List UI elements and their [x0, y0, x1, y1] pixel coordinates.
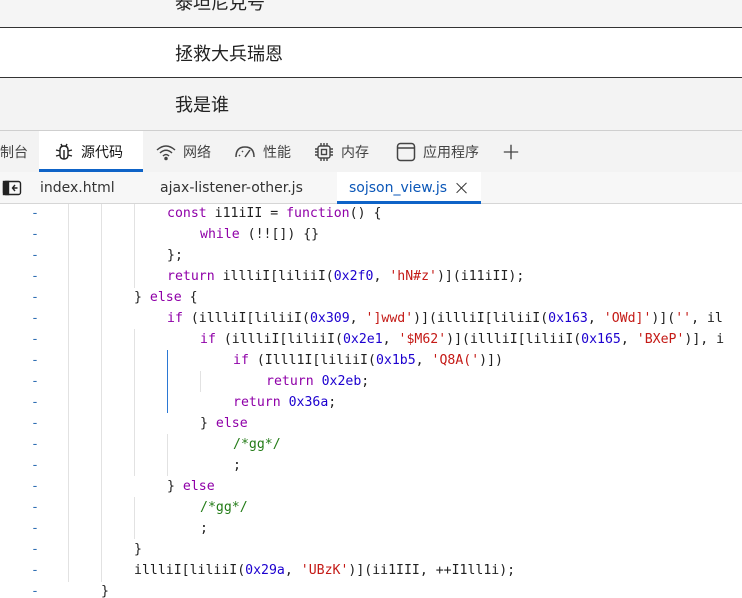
code-text: }: [101, 584, 109, 598]
list-item-title: 拯救大兵瑞恩: [175, 43, 283, 65]
code-text: if (illliI[liliiI(0x309, ']wwd')](illliI…: [167, 311, 723, 326]
code-line[interactable]: - } else: [0, 413, 742, 434]
line-gutter-marker: -: [31, 353, 39, 368]
line-gutter-marker: -: [31, 332, 39, 347]
line-gutter-marker: -: [31, 248, 39, 263]
toggle-navigator-button[interactable]: [2, 172, 26, 203]
code-line[interactable]: - if (illliI[liliiI(0x2e1, '$M62')](illli…: [0, 329, 742, 350]
devtools-tool-tabs: 制台 源代码 网络 性能 内存 应用程序: [0, 130, 742, 172]
code-text: } else {: [134, 290, 198, 305]
code-text: } else: [167, 479, 215, 494]
code-line[interactable]: -}: [0, 581, 742, 598]
code-text: while (!![]) {}: [200, 227, 320, 242]
add-tool-icon: [503, 144, 519, 159]
line-gutter-marker: -: [31, 311, 39, 326]
tab-label: 内存: [341, 144, 369, 161]
tab-label: 源代码: [81, 144, 123, 161]
code-text: return illliI[liliiI(0x2f0, 'hN#z')](i11…: [167, 269, 525, 284]
code-text: return 0x2eb;: [266, 374, 370, 389]
code-line[interactable]: - if (illliI[liliiI(0x309, ']wwd')](illli…: [0, 308, 742, 329]
code-line[interactable]: - if (Illl1I[liliiI(0x1b5, 'Q8A(')]): [0, 350, 742, 371]
line-gutter-marker: -: [31, 437, 39, 452]
code-line[interactable]: -;: [0, 455, 742, 476]
toggle-sidebar-icon: [2, 180, 22, 195]
code-line[interactable]: - } else {: [0, 287, 742, 308]
code-text: const i11iII = function() {: [167, 206, 382, 221]
application-window-icon: [396, 142, 416, 161]
code-text: } else: [200, 416, 248, 431]
code-text: if (illliI[liliiI(0x2e1, '$M62')](illliI…: [200, 332, 725, 347]
line-gutter-marker: -: [31, 458, 39, 473]
code-text: if (Illl1I[liliiI(0x1b5, 'Q8A(')]): [233, 353, 503, 368]
line-gutter-marker: -: [31, 563, 39, 578]
code-line[interactable]: - return 0x36a;: [0, 392, 742, 413]
performance-gauge-icon: [235, 145, 255, 157]
tab-console[interactable]: 制台: [0, 131, 36, 172]
code-editor[interactable]: - const i11iII = function() { - while (!![]…: [0, 204, 742, 598]
code-line[interactable]: - while (!![]) {}: [0, 224, 742, 245]
code-text: ;: [233, 458, 241, 473]
line-gutter-marker: -: [31, 542, 39, 557]
line-gutter-marker: -: [31, 521, 39, 536]
line-gutter-marker: -: [31, 206, 39, 221]
file-tab-ajax-listener[interactable]: ajax-listener-other.js: [160, 172, 303, 203]
tab-label: 网络: [183, 144, 211, 161]
code-line[interactable]: - } else: [0, 476, 742, 497]
code-line[interactable]: - return illliI[liliiI(0x2f0, 'hN#z')](i1…: [0, 266, 742, 287]
code-text: /*gg*/: [233, 437, 281, 452]
memory-chip-icon: [315, 142, 333, 161]
line-gutter-marker: -: [31, 416, 39, 431]
code-line[interactable]: - illliI[liliiI(0x29a, 'UBzK')](ii1III, +…: [0, 560, 742, 581]
list-item[interactable]: 我是谁: [0, 78, 742, 130]
file-tab-index-html[interactable]: index.html: [40, 172, 115, 203]
code-text: illliI[liliiI(0x29a, 'UBzK')](ii1III, ++…: [134, 563, 516, 578]
file-tab-sojson-view[interactable]: sojson_view.js: [337, 172, 481, 204]
code-line[interactable]: - /*gg*/: [0, 497, 742, 518]
code-line[interactable]: - const i11iII = function() {: [0, 204, 742, 224]
code-text: };: [167, 248, 183, 263]
file-tab-label: sojson_view.js: [349, 179, 448, 196]
close-icon[interactable]: [456, 182, 468, 194]
tab-performance[interactable]: 性能: [233, 131, 303, 172]
code-line[interactable]: -};: [0, 245, 742, 266]
line-gutter-marker: -: [31, 500, 39, 515]
tab-label: 制台: [0, 144, 28, 161]
code-line[interactable]: -}: [0, 539, 742, 560]
line-gutter-marker: -: [31, 374, 39, 389]
line-gutter-marker: -: [31, 227, 39, 242]
line-gutter-marker: -: [31, 395, 39, 410]
tab-application[interactable]: 应用程序: [395, 131, 495, 172]
tab-memory[interactable]: 内存: [313, 131, 383, 172]
add-tool-button[interactable]: [502, 131, 526, 172]
code-line[interactable]: - /*gg*/: [0, 434, 742, 455]
tab-label: 应用程序: [423, 144, 479, 161]
code-text: /*gg*/: [200, 500, 248, 515]
wifi-icon: [156, 144, 176, 160]
line-gutter-marker: -: [31, 584, 39, 598]
code-line[interactable]: - return 0x2eb;: [0, 371, 742, 392]
file-tab-label: index.html: [40, 179, 115, 196]
code-text: return 0x36a;: [233, 395, 337, 410]
code-line[interactable]: -;: [0, 518, 742, 539]
file-tab-label: ajax-listener-other.js: [160, 179, 303, 196]
list-item[interactable]: 拯救大兵瑞恩: [0, 28, 742, 78]
tab-sources[interactable]: 源代码: [39, 131, 143, 172]
line-gutter-marker: -: [31, 269, 39, 284]
code-text: ;: [200, 521, 208, 536]
list-item-title: 泰坦尼克号: [175, 0, 265, 14]
movie-list: 泰坦尼克号 拯救大兵瑞恩 我是谁: [0, 0, 742, 130]
code-text: }: [134, 542, 142, 557]
list-item[interactable]: 泰坦尼克号: [0, 0, 742, 28]
bug-icon: [55, 143, 73, 160]
line-gutter-marker: -: [31, 479, 39, 494]
editor-file-tabs: index.html ajax-listener-other.js sojson…: [0, 172, 742, 204]
line-gutter-marker: -: [31, 290, 39, 305]
list-item-title: 我是谁: [175, 95, 229, 116]
tab-network[interactable]: 网络: [155, 131, 225, 172]
tab-label: 性能: [263, 144, 291, 161]
